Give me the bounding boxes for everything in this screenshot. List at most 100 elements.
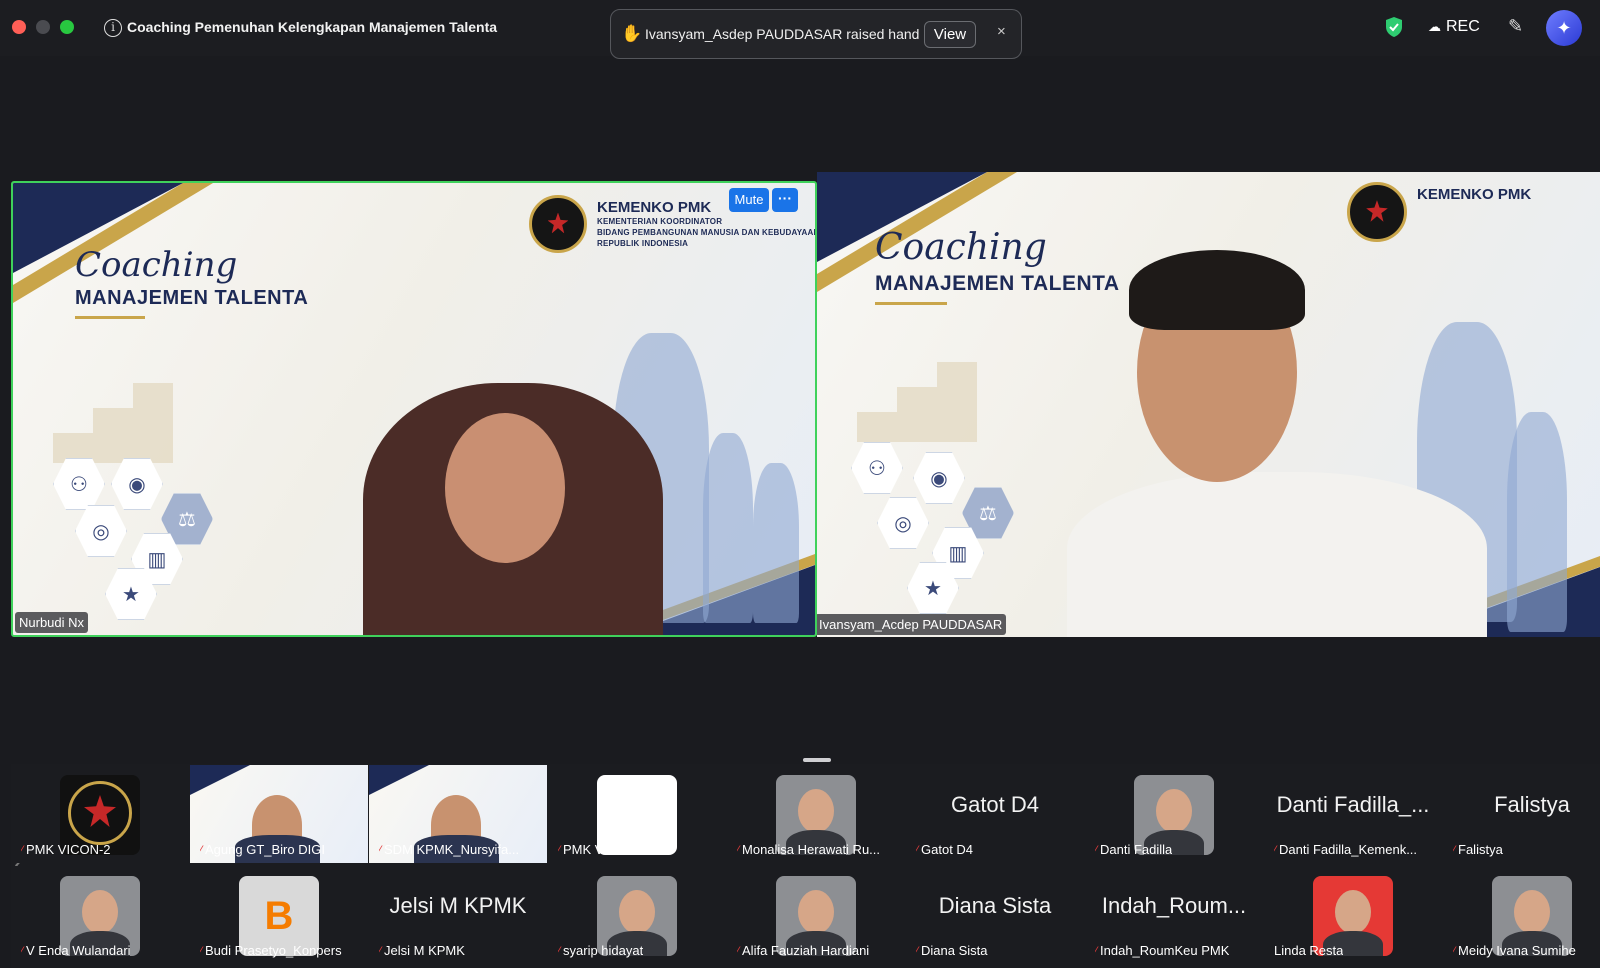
participant-tile[interactable]: Jelsi M KPMK ⁄ Jelsi M KPMK bbox=[369, 866, 547, 964]
participant-tile[interactable]: Indah_Roum... ⁄ Indah_RoumKeu PMK bbox=[1085, 866, 1263, 964]
participant-name-label: SDM KPMK_Nursyifa... bbox=[384, 842, 520, 857]
participant-tile[interactable]: B ⁄ Budi Prasetyo_Konpers bbox=[190, 866, 368, 964]
participant-tile[interactable]: ⁄ Monalisa Herawati Ru... bbox=[727, 765, 905, 863]
muted-mic-icon: ⁄ bbox=[737, 944, 740, 958]
participant-tile[interactable]: ⁄ Danti Fadilla bbox=[1085, 765, 1263, 863]
video-tile-participant[interactable]: Coaching MANAJEMEN TALENTA KEMENKO PMK ⚇… bbox=[817, 172, 1600, 637]
muted-mic-icon: ⁄ bbox=[1095, 843, 1098, 857]
muted-mic-icon: ⁄ bbox=[737, 843, 740, 857]
kemenko-logo bbox=[529, 195, 587, 253]
raised-hand-notification: ✋ Ivansyam_Asdep PAUDDASAR raised hand V… bbox=[610, 9, 1022, 59]
slide-script-text: Coaching bbox=[75, 245, 238, 285]
participant-tile[interactable]: ⁄ PMK VICON-2 bbox=[11, 765, 189, 863]
security-shield-icon[interactable] bbox=[1384, 16, 1404, 38]
muted-mic-icon: ⁄ bbox=[379, 843, 382, 857]
participant-tile[interactable]: Diana Sista ⁄ Diana Sista bbox=[906, 866, 1084, 964]
user-icon: ◉ bbox=[913, 452, 965, 504]
participant-display-name: Gatot D4 bbox=[950, 792, 1040, 817]
participant-name: ⁄ Indah_RoumKeu PMK bbox=[1095, 943, 1229, 958]
participant-name-label: syarip hidayat bbox=[563, 943, 644, 958]
kemenko-logo bbox=[1347, 182, 1407, 242]
notification-message: Ivansyam_Asdep PAUDDASAR raised hand bbox=[645, 26, 920, 42]
close-icon[interactable]: × bbox=[997, 23, 1006, 40]
resize-handle[interactable] bbox=[803, 758, 831, 762]
participant-name-tag: Nurbudi Nx bbox=[15, 612, 89, 633]
view-button[interactable]: View bbox=[924, 21, 976, 48]
user-icon: ◉ bbox=[111, 458, 163, 510]
participant-name-label: Danti Fadilla bbox=[1100, 842, 1173, 857]
org-line: REPUBLIK INDONESIA bbox=[597, 239, 689, 248]
participant-display-name: Danti Fadilla_... bbox=[1276, 792, 1430, 817]
participant-name: ⁄ Danti Fadilla_Kemenk... bbox=[1274, 842, 1417, 857]
slide-title: MANAJEMEN TALENTA bbox=[875, 272, 1120, 295]
speaker-hair bbox=[1129, 250, 1305, 330]
participant-name: ⁄ Gatot D4 bbox=[916, 842, 973, 857]
org-line: BIDANG PEMBANGUNAN MANUSIA DAN KEBUDAYAA… bbox=[597, 228, 817, 237]
participant-name: ⁄ Jelsi M KPMK bbox=[379, 943, 465, 958]
speaker-shirt bbox=[1067, 472, 1487, 637]
participant-tile[interactable]: ⁄ Agung GT_Biro DIGI bbox=[190, 765, 368, 863]
participant-name-label: PMK VICON-2 bbox=[26, 842, 111, 857]
participant-name: ⁄ Danti Fadilla bbox=[1095, 842, 1172, 857]
slide-illustration bbox=[1507, 412, 1567, 632]
mute-button[interactable]: Mute bbox=[729, 188, 769, 212]
participant-name: ⁄ Falistya bbox=[1453, 842, 1503, 857]
video-tile-active-speaker[interactable]: Coaching MANAJEMEN TALENTA KEMENKO PMK K… bbox=[11, 181, 817, 637]
participant-name: ⁄ PMK VICON-5 bbox=[558, 842, 648, 857]
close-window-button[interactable] bbox=[12, 20, 26, 34]
cloud-recording-icon: ☁ bbox=[1428, 19, 1441, 34]
participant-name-tag: Ivansyam_Acdep PAUDDASAR bbox=[817, 614, 1007, 635]
participant-name-label: Gatot D4 bbox=[921, 842, 974, 857]
participant-tile[interactable]: ⁄ PMK VICON-5 bbox=[548, 765, 726, 863]
participant-display-name: Diana Sista bbox=[938, 893, 1052, 918]
participant-name: ⁄ SDM KPMK_Nursyifa... bbox=[379, 842, 519, 857]
info-icon[interactable]: i bbox=[104, 19, 122, 37]
participant-tile[interactable]: Gatot D4 ⁄ Gatot D4 bbox=[906, 765, 1084, 863]
target-icon: ◎ bbox=[75, 505, 127, 557]
slide-title: MANAJEMEN TALENTA bbox=[75, 287, 309, 309]
muted-mic-icon: ⁄ bbox=[1453, 843, 1456, 857]
raised-hand-icon: ✋ bbox=[621, 24, 643, 43]
participant-tile[interactable]: Linda Resta bbox=[1264, 866, 1442, 964]
muted-mic-icon: ⁄ bbox=[200, 944, 203, 958]
meeting-title: Coaching Pemenuhan Kelengkapan Manajemen… bbox=[127, 19, 498, 35]
participant-tile[interactable]: ⁄ Meidy Ivana Sumihe bbox=[1443, 866, 1600, 964]
participant-tile[interactable]: ⁄ syarip hidayat bbox=[548, 866, 726, 964]
ai-companion-icon[interactable]: ✦ bbox=[1546, 10, 1582, 46]
participant-tile[interactable]: Falistya ⁄ Falistya bbox=[1443, 765, 1600, 863]
participant-name: ⁄ V Enda Wulandari bbox=[21, 943, 131, 958]
muted-mic-icon: ⁄ bbox=[1453, 944, 1456, 958]
muted-mic-icon: ⁄ bbox=[21, 843, 24, 857]
participant-name-label: Jelsi M KPMK bbox=[384, 943, 465, 958]
slide-illustration bbox=[857, 412, 897, 442]
participant-name-label: Monalisa Herawati Ru... bbox=[742, 842, 881, 857]
participant-tile[interactable]: Danti Fadilla_... ⁄ Danti Fadilla_Kemenk..… bbox=[1264, 765, 1442, 863]
participant-name-label: Meidy Ivana Sumihe bbox=[1458, 943, 1576, 958]
maximize-window-button[interactable] bbox=[60, 20, 74, 34]
participant-name-label: PMK VICON-5 bbox=[563, 842, 648, 857]
participant-name: ⁄ Diana Sista bbox=[916, 943, 988, 958]
participant-name-label: Falistya bbox=[1458, 842, 1503, 857]
participant-name: ⁄ Monalisa Herawati Ru... bbox=[737, 842, 880, 857]
recording-indicator[interactable]: ☁ REC bbox=[1428, 18, 1480, 36]
participant-tile[interactable]: ⁄ SDM KPMK_Nursyifa... bbox=[369, 765, 547, 863]
participant-name: Linda Resta bbox=[1274, 943, 1343, 958]
participant-name: ⁄ Budi Prasetyo_Konpers bbox=[200, 943, 342, 958]
muted-mic-icon: ⁄ bbox=[200, 843, 203, 857]
participant-name-label: Danti Fadilla_Kemenk... bbox=[1279, 842, 1418, 857]
target-icon: ◎ bbox=[877, 497, 929, 549]
participant-tile[interactable]: ⁄ V Enda Wulandari bbox=[11, 866, 189, 964]
slide-illustration bbox=[133, 383, 173, 463]
slide-underline bbox=[875, 302, 947, 305]
team-icon: ⚇ bbox=[53, 458, 105, 510]
more-options-button[interactable]: ··· bbox=[772, 188, 798, 212]
muted-mic-icon: ⁄ bbox=[1274, 843, 1277, 857]
participant-name: ⁄ PMK VICON-2 bbox=[21, 842, 111, 857]
annotate-pen-icon[interactable]: ✎ bbox=[1508, 16, 1523, 37]
participant-display-name: Indah_Roum... bbox=[1101, 893, 1247, 918]
muted-mic-icon: ⁄ bbox=[558, 843, 561, 857]
minimize-window-button[interactable] bbox=[36, 20, 50, 34]
participant-name-label: V Enda Wulandari bbox=[26, 943, 131, 958]
participant-name: ⁄ Agung GT_Biro DIGI bbox=[200, 842, 325, 857]
participant-tile[interactable]: ⁄ Alifa Fauziah Hardiani bbox=[727, 866, 905, 964]
